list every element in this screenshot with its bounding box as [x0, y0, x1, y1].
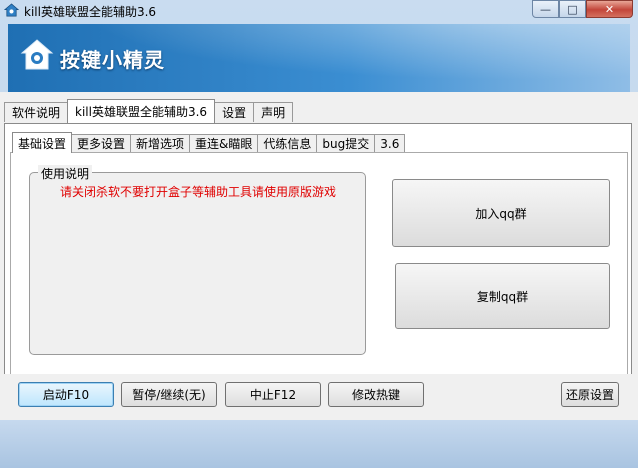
copy-qq-group-button[interactable]: 复制qq群 — [395, 263, 610, 329]
footer-bar — [0, 420, 638, 468]
stop-button[interactable]: 中止F12 — [225, 382, 321, 407]
tab-software-info[interactable]: 软件说明 — [4, 102, 69, 122]
app-house-icon — [4, 3, 19, 17]
restore-settings-button[interactable]: 还原设置 — [561, 382, 619, 407]
close-button[interactable]: ✕ — [586, 0, 633, 18]
usage-warning-text: 请关闭杀软不要打开盒子等辅助工具请使用原版游戏 — [60, 185, 337, 199]
tab-new-options[interactable]: 新增选项 — [130, 134, 191, 152]
tab-bug-report[interactable]: bug提交 — [316, 134, 376, 152]
maximize-button[interactable]: □ — [559, 0, 586, 18]
minimize-button[interactable]: — — [532, 0, 559, 18]
tab-reconnect[interactable]: 重连&瞄眼 — [189, 134, 259, 152]
app-window: kill英雄联盟全能辅助3.6 — □ ✕ 按键小精灵 软件说明 kill英雄联… — [0, 0, 638, 468]
tab-settings[interactable]: 设置 — [214, 102, 255, 122]
title-bar[interactable]: kill英雄联盟全能辅助3.6 — □ ✕ — [0, 0, 638, 22]
pause-resume-button[interactable]: 暂停/继续(无) — [121, 382, 217, 407]
window-title: kill英雄联盟全能辅助3.6 — [24, 5, 157, 19]
tab-more-settings[interactable]: 更多设置 — [71, 134, 132, 152]
tab-version[interactable]: 3.6 — [374, 134, 406, 152]
start-button[interactable]: 启动F10 — [18, 382, 114, 407]
join-qq-group-button[interactable]: 加入qq群 — [392, 179, 610, 247]
tab-statement[interactable]: 声明 — [253, 102, 294, 122]
change-hotkey-button[interactable]: 修改热键 — [328, 382, 424, 407]
tab-kill-assistant[interactable]: kill英雄联盟全能辅助3.6 — [67, 99, 216, 123]
tab-basic-settings[interactable]: 基础设置 — [12, 132, 73, 153]
brand-banner: 按键小精灵 — [8, 24, 630, 92]
brand-name: 按键小精灵 — [60, 48, 165, 72]
brand-house-icon — [20, 39, 54, 70]
usage-groupbox: 使用说明 请关闭杀软不要打开盒子等辅助工具请使用原版游戏 — [29, 165, 366, 355]
usage-title: 使用说明 — [38, 165, 93, 182]
main-tab-strip: 软件说明 kill英雄联盟全能辅助3.6 设置 声明 — [4, 99, 294, 124]
sub-tab-strip: 基础设置 更多设置 新增选项 重连&瞄眼 代练信息 bug提交 3.6 — [12, 132, 406, 154]
tab-boost-info[interactable]: 代练信息 — [257, 134, 318, 152]
